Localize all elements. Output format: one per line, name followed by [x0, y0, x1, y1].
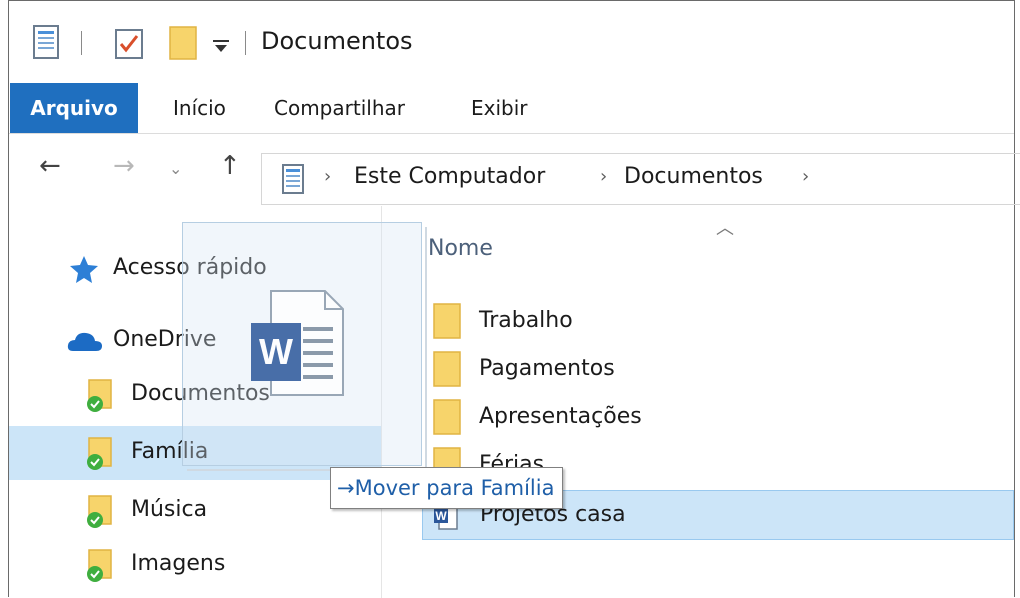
- svg-text:W: W: [435, 509, 447, 523]
- folder-icon: [432, 302, 462, 344]
- title-bar: Documentos: [9, 1, 1014, 83]
- forward-arrow-icon[interactable]: →: [113, 151, 135, 181]
- synced-folder-icon: [85, 494, 115, 534]
- location-icon: [282, 164, 304, 198]
- tab-compartilhar[interactable]: Compartilhar: [274, 83, 405, 133]
- nav-item-imagens[interactable]: Imagens: [9, 542, 381, 588]
- column-header-nome[interactable]: Nome: [428, 236, 493, 261]
- address-bar[interactable]: › Este Computador › Documentos ›: [261, 153, 1020, 205]
- tab-exibir[interactable]: Exibir: [471, 83, 528, 133]
- file-row-pagamentos[interactable]: Pagamentos: [422, 348, 1014, 392]
- svg-text:W: W: [259, 331, 293, 372]
- new-folder-icon[interactable]: [168, 25, 198, 65]
- tab-inicio[interactable]: Início: [173, 83, 226, 133]
- properties-icon[interactable]: [33, 25, 59, 63]
- up-arrow-icon[interactable]: ↑: [219, 151, 241, 181]
- file-name: Pagamentos: [479, 356, 615, 381]
- drag-ghost: W: [182, 222, 422, 466]
- breadcrumb-chevron-icon[interactable]: ›: [600, 166, 607, 187]
- synced-folder-icon: [85, 548, 115, 588]
- file-explorer-window: Documentos Arquivo Início Compartilhar E…: [8, 0, 1020, 598]
- breadcrumb-chevron-icon[interactable]: ›: [324, 166, 331, 187]
- file-list: ︿ Nome Trabalho Pagamentos Apresentações…: [382, 206, 1014, 598]
- nav-item-musica[interactable]: Música: [9, 488, 381, 534]
- ribbon-divider: [9, 133, 1014, 134]
- file-row-apresentacoes[interactable]: Apresentações: [422, 396, 1014, 440]
- synced-folder-icon: [85, 378, 115, 418]
- move-arrow-icon: →: [337, 476, 355, 500]
- sort-ascending-icon: ︿: [716, 218, 734, 239]
- breadcrumb-este-computador[interactable]: Este Computador: [354, 164, 545, 189]
- customize-dropdown-icon[interactable]: [213, 39, 229, 58]
- cloud-icon: [67, 330, 103, 356]
- file-name: Apresentações: [479, 404, 642, 429]
- back-arrow-icon[interactable]: ←: [39, 151, 61, 181]
- drop-target-tooltip: →Mover para Família: [330, 467, 564, 509]
- breadcrumb-chevron-icon[interactable]: ›: [802, 166, 809, 187]
- drop-tooltip-text: Mover para Família: [354, 476, 555, 500]
- window-title: Documentos: [261, 27, 413, 55]
- synced-folder-icon: [85, 436, 115, 476]
- toolbar-separator: [245, 31, 246, 55]
- checklist-icon[interactable]: [115, 27, 143, 63]
- file-name: Trabalho: [479, 308, 573, 333]
- breadcrumb-documentos[interactable]: Documentos: [624, 164, 763, 189]
- nav-label: Imagens: [131, 551, 226, 576]
- recent-locations-chevron-icon[interactable]: ⌄: [169, 159, 182, 178]
- folder-icon: [432, 350, 462, 392]
- toolbar-separator: [81, 31, 82, 55]
- file-row-trabalho[interactable]: Trabalho: [422, 300, 1014, 344]
- star-icon: [69, 254, 99, 288]
- folder-icon: [432, 398, 462, 440]
- nav-label: Música: [131, 497, 208, 522]
- tab-arquivo[interactable]: Arquivo: [10, 83, 138, 133]
- ribbon-tabs: Arquivo Início Compartilhar Exibir: [9, 83, 1014, 133]
- word-document-icon: W: [247, 287, 347, 403]
